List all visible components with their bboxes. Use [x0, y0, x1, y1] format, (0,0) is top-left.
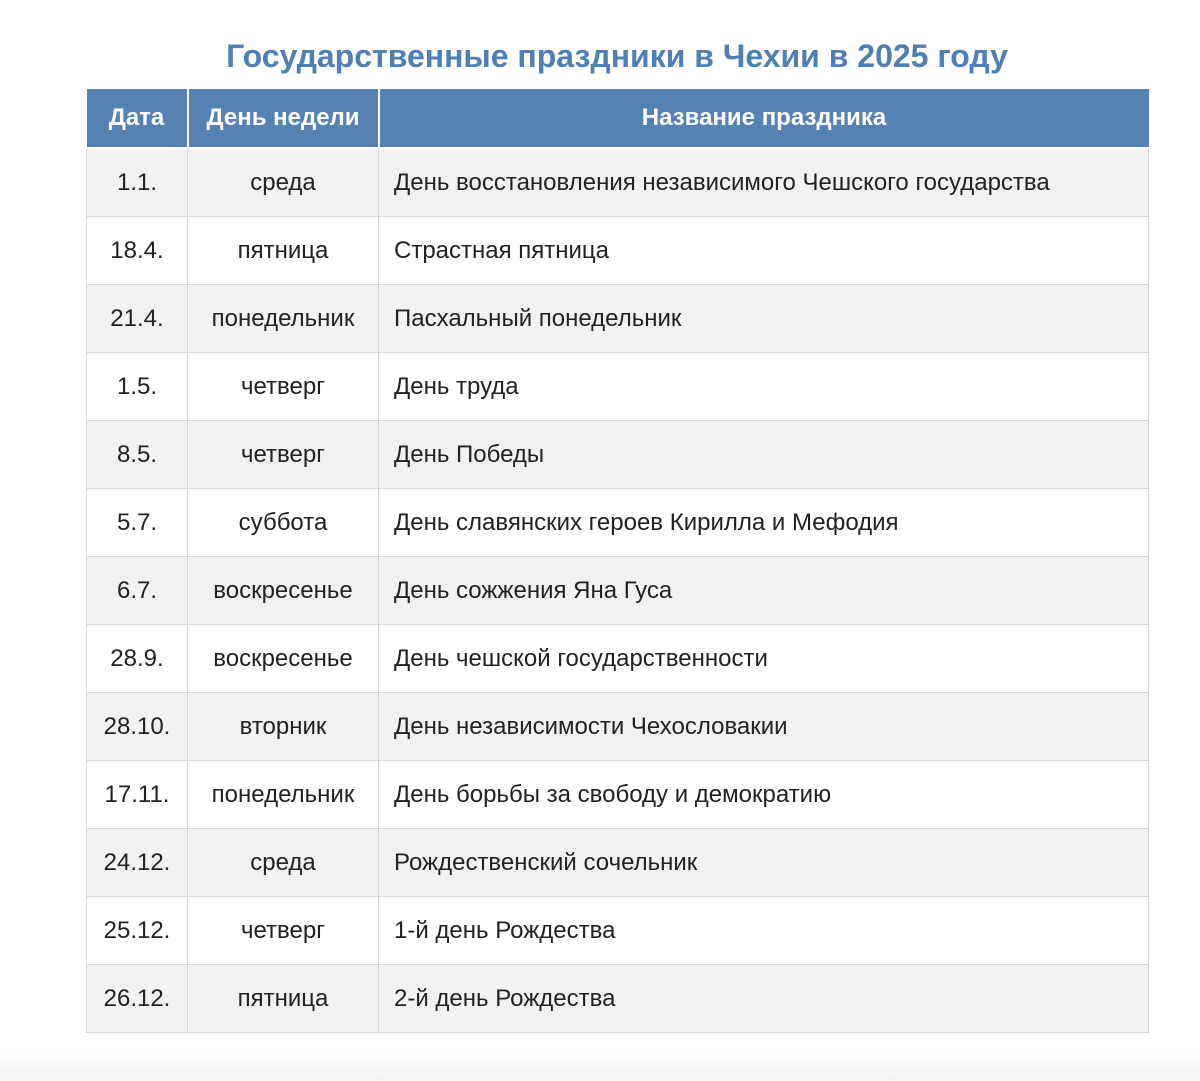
holiday-name-cell: Пасхальный понедельник: [378, 284, 1149, 353]
weekday-cell: понедельник: [187, 284, 379, 353]
date-cell: 25.12.: [86, 896, 188, 965]
column-header-date: Дата: [86, 89, 189, 149]
holiday-name-cell: Рождественский сочельник: [378, 828, 1149, 897]
date-cell: 24.12.: [86, 828, 188, 897]
date-cell: 18.4.: [86, 216, 188, 285]
weekday-cell: вторник: [187, 692, 379, 761]
table-row: 26.12. пятница 2-й день Рождества: [86, 964, 1149, 1033]
page-title: Государственные праздники в Чехии в 2025…: [226, 38, 1008, 74]
date-cell: 5.7.: [86, 488, 188, 557]
holiday-name-cell: День восстановления независимого Чешског…: [378, 147, 1149, 217]
holiday-name-cell: 2-й день Рождества: [378, 964, 1149, 1033]
weekday-cell: четверг: [187, 352, 379, 421]
holiday-name-cell: 1-й день Рождества: [378, 896, 1149, 965]
date-cell: 1.5.: [86, 352, 188, 421]
table-row: 28.9. воскресенье День чешской государст…: [86, 624, 1149, 693]
holiday-name-cell: День независимости Чехословакии: [378, 692, 1149, 761]
weekday-cell: суббота: [187, 488, 379, 557]
table-row: 25.12. четверг 1-й день Рождества: [86, 896, 1149, 965]
date-cell: 17.11.: [86, 760, 188, 829]
date-cell: 8.5.: [86, 420, 188, 489]
holidays-table: Дата День недели Название праздника 1.1.…: [86, 89, 1149, 1033]
date-cell: 26.12.: [86, 964, 188, 1033]
table-row: 17.11. понедельник День борьбы за свобод…: [86, 760, 1149, 829]
weekday-cell: воскресенье: [187, 556, 379, 625]
column-header-holiday-name: Название праздника: [377, 89, 1149, 149]
table-row: 28.10. вторник День независимости Чехосл…: [86, 692, 1149, 761]
table-row: 24.12. среда Рождественский сочельник: [86, 828, 1149, 897]
date-cell: 6.7.: [86, 556, 188, 625]
holiday-name-cell: День чешской государственности: [378, 624, 1149, 693]
holiday-name-cell: День славянских героев Кирилла и Мефодия: [378, 488, 1149, 557]
column-header-weekday: День недели: [186, 89, 380, 149]
weekday-cell: четверг: [187, 420, 379, 489]
date-cell: 1.1.: [86, 147, 188, 217]
table-row: 18.4. пятница Страстная пятница: [86, 216, 1149, 285]
holiday-name-cell: Страстная пятница: [378, 216, 1149, 285]
weekday-cell: воскресенье: [187, 624, 379, 693]
weekday-cell: среда: [187, 828, 379, 897]
weekday-cell: понедельник: [187, 760, 379, 829]
page-bottom-shadow: [0, 1050, 1200, 1081]
holiday-name-cell: День борьбы за свободу и демократию: [378, 760, 1149, 829]
weekday-cell: пятница: [187, 964, 379, 1033]
weekday-cell: среда: [187, 147, 379, 217]
weekday-cell: пятница: [187, 216, 379, 285]
table-row: 21.4. понедельник Пасхальный понедельник: [86, 284, 1149, 353]
weekday-cell: четверг: [187, 896, 379, 965]
table-row: 5.7. суббота День славянских героев Кири…: [86, 488, 1149, 557]
date-cell: 28.9.: [86, 624, 188, 693]
holiday-name-cell: День Победы: [378, 420, 1149, 489]
date-cell: 28.10.: [86, 692, 188, 761]
table-row: 1.5. четверг День труда: [86, 352, 1149, 421]
table-row: 1.1. среда День восстановления независим…: [86, 147, 1149, 217]
date-cell: 21.4.: [86, 284, 188, 353]
table-header-row: Дата День недели Название праздника: [86, 89, 1149, 149]
table-row: 8.5. четверг День Победы: [86, 420, 1149, 489]
holiday-name-cell: День сожжения Яна Гуса: [378, 556, 1149, 625]
holiday-name-cell: День труда: [378, 352, 1149, 421]
table-row: 6.7. воскресенье День сожжения Яна Гуса: [86, 556, 1149, 625]
